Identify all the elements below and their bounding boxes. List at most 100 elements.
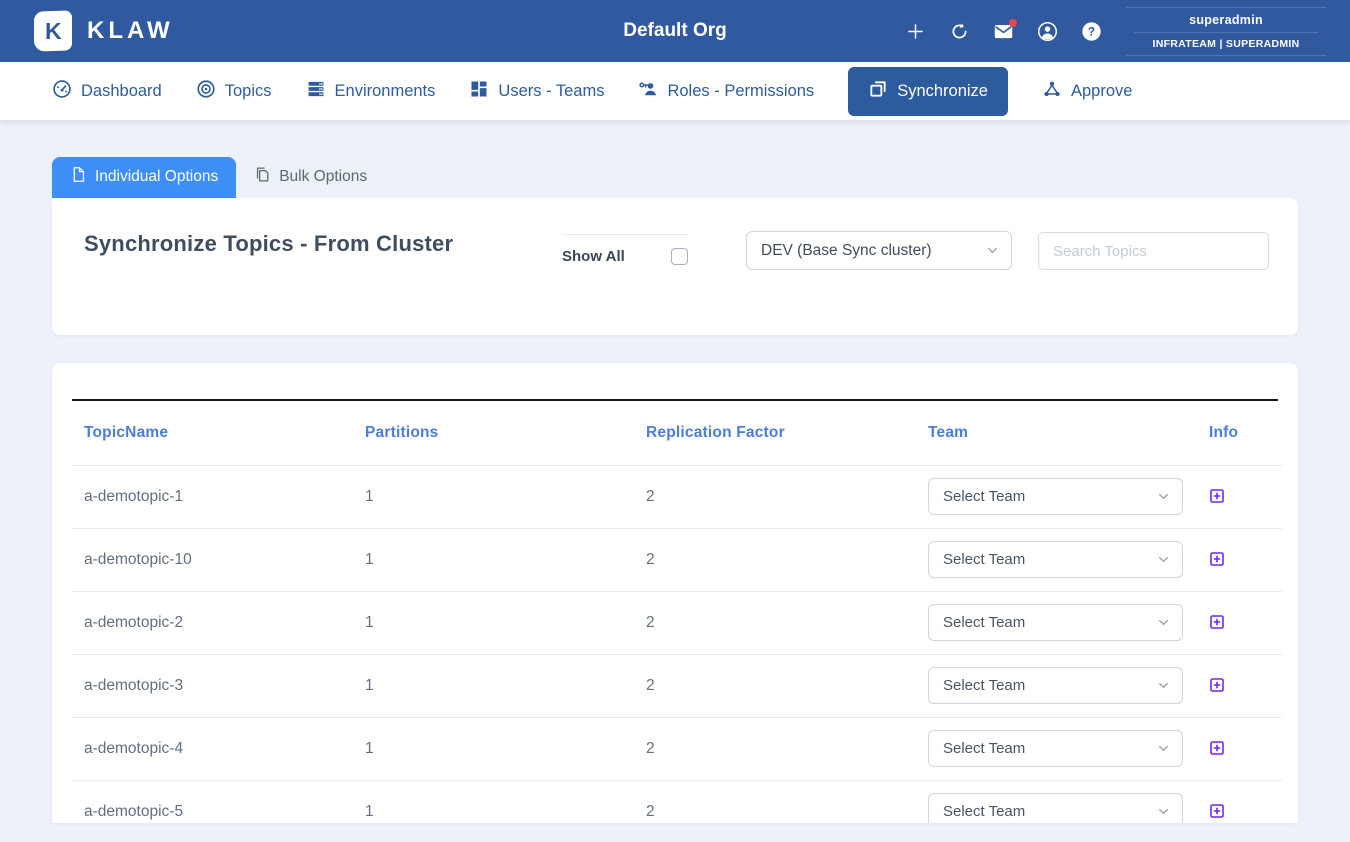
team-select-input[interactable]: Select Team xyxy=(929,794,1182,823)
team-select[interactable]: Select Team xyxy=(928,730,1183,767)
panel-title: Synchronize Topics - From Cluster xyxy=(84,231,453,257)
nav-item-synchronize[interactable]: Synchronize xyxy=(848,67,1008,116)
add-box-icon[interactable] xyxy=(1209,614,1225,630)
topic-name: a-demotopic-5 xyxy=(84,803,183,820)
partitions-value: 1 xyxy=(365,740,374,757)
header-actions: ? xyxy=(905,21,1102,42)
partitions-value: 1 xyxy=(365,488,374,505)
team-select-input[interactable]: Select Team xyxy=(929,479,1182,514)
replication-factor-value: 2 xyxy=(646,551,655,568)
table-row: a-demotopic-2 1 2 Select Team xyxy=(72,591,1282,654)
user-profile-icon[interactable] xyxy=(1037,21,1058,42)
table-row: a-demotopic-4 1 2 Select Team xyxy=(72,717,1282,780)
nav-item-approve[interactable]: Approve xyxy=(1042,79,1132,104)
topic-name: a-demotopic-10 xyxy=(84,551,192,568)
table-row: a-demotopic-5 1 2 Select Team xyxy=(72,780,1282,823)
nav-label: Dashboard xyxy=(81,82,162,101)
mail-icon[interactable] xyxy=(993,21,1014,42)
topics-table-body: a-demotopic-1 1 2 Select Team a-demotopi… xyxy=(72,465,1282,823)
team-select-input[interactable]: Select Team xyxy=(929,605,1182,640)
nav-label: Approve xyxy=(1071,82,1132,101)
approve-hub-icon xyxy=(1042,79,1062,104)
klaw-logo-icon: K xyxy=(34,10,72,51)
cluster-select-input[interactable]: DEV (Base Sync cluster) xyxy=(747,232,1011,269)
column-header-topicname[interactable]: TopicName xyxy=(72,401,353,465)
partitions-value: 1 xyxy=(365,551,374,568)
nav-label: Topics xyxy=(225,82,272,101)
users-teams-grid-icon xyxy=(469,79,489,104)
team-select[interactable]: Select Team xyxy=(928,793,1183,823)
add-box-icon[interactable] xyxy=(1209,677,1225,693)
tab-bulk-options[interactable]: Bulk Options xyxy=(236,157,385,198)
replication-factor-value: 2 xyxy=(646,488,655,505)
main-navbar: Dashboard Topics Environments Users - Te… xyxy=(0,62,1350,120)
help-icon[interactable]: ? xyxy=(1081,21,1102,42)
tab-individual-options[interactable]: Individual Options xyxy=(52,157,236,198)
sync-tabs: Individual Options Bulk Options xyxy=(52,157,1298,198)
user-team-role: INFRATEAM | SUPERADMIN xyxy=(1134,32,1318,50)
nav-item-users-teams[interactable]: Users - Teams xyxy=(469,79,604,104)
topics-target-icon xyxy=(196,79,216,104)
search-topics-input[interactable] xyxy=(1038,232,1269,270)
page-content: Individual Options Bulk Options Synchron… xyxy=(0,120,1350,823)
nav-label: Synchronize xyxy=(897,82,988,101)
team-select[interactable]: Select Team xyxy=(928,604,1183,641)
user-chip[interactable]: superadmin INFRATEAM | SUPERADMIN xyxy=(1126,7,1326,56)
show-all-checkbox[interactable] xyxy=(671,248,688,265)
table-row: a-demotopic-10 1 2 Select Team xyxy=(72,528,1282,591)
add-request-icon[interactable] xyxy=(905,21,926,42)
add-box-icon[interactable] xyxy=(1209,803,1225,819)
add-box-icon[interactable] xyxy=(1209,740,1225,756)
topics-table: TopicName Partitions Replication Factor … xyxy=(72,401,1282,823)
show-all-group: Show All xyxy=(562,234,688,265)
partitions-value: 1 xyxy=(365,803,374,820)
tab-label: Individual Options xyxy=(95,168,218,186)
show-all-label: Show All xyxy=(562,248,625,265)
team-select[interactable]: Select Team xyxy=(928,541,1183,578)
nav-item-roles-permissions[interactable]: Roles - Permissions xyxy=(638,79,814,104)
app-header: K KLAW Default Org ? superadmin INFRATEA… xyxy=(0,0,1350,62)
table-header-row: TopicName Partitions Replication Factor … xyxy=(72,401,1282,465)
klaw-logo-text: KLAW xyxy=(87,17,174,45)
tab-label: Bulk Options xyxy=(279,168,367,186)
column-header-replication-factor[interactable]: Replication Factor xyxy=(634,401,916,465)
partitions-value: 1 xyxy=(365,677,374,694)
column-header-partitions[interactable]: Partitions xyxy=(353,401,634,465)
add-box-icon[interactable] xyxy=(1209,551,1225,567)
replication-factor-value: 2 xyxy=(646,740,655,757)
svg-text:?: ? xyxy=(1088,24,1095,38)
cluster-select[interactable]: DEV (Base Sync cluster) xyxy=(746,231,1012,270)
topic-name: a-demotopic-4 xyxy=(84,740,183,757)
document-icon xyxy=(70,166,87,188)
table-row: a-demotopic-1 1 2 Select Team xyxy=(72,465,1282,528)
replication-factor-value: 2 xyxy=(646,803,655,820)
username: superadmin xyxy=(1134,13,1318,27)
nav-item-environments[interactable]: Environments xyxy=(306,79,436,104)
replication-factor-value: 2 xyxy=(646,614,655,631)
column-header-info[interactable]: Info xyxy=(1197,401,1282,465)
org-title: Default Org xyxy=(623,20,726,42)
partitions-value: 1 xyxy=(365,614,374,631)
team-select[interactable]: Select Team xyxy=(928,478,1183,515)
topic-name: a-demotopic-2 xyxy=(84,614,183,631)
klaw-logo[interactable]: K KLAW xyxy=(34,11,174,51)
nav-item-topics[interactable]: Topics xyxy=(196,79,272,104)
synchronize-layers-icon xyxy=(868,79,888,104)
nav-label: Environments xyxy=(335,82,436,101)
dashboard-gauge-icon xyxy=(52,79,72,104)
replication-factor-value: 2 xyxy=(646,677,655,694)
team-select-input[interactable]: Select Team xyxy=(929,542,1182,577)
column-header-team[interactable]: Team xyxy=(916,401,1197,465)
team-select[interactable]: Select Team xyxy=(928,667,1183,704)
documents-copy-icon xyxy=(254,166,271,188)
roles-key-person-icon xyxy=(638,79,658,104)
topics-table-card: TopicName Partitions Replication Factor … xyxy=(52,363,1298,823)
add-box-icon[interactable] xyxy=(1209,488,1225,504)
mail-notification-badge xyxy=(1009,19,1017,27)
team-select-input[interactable]: Select Team xyxy=(929,731,1182,766)
nav-item-dashboard[interactable]: Dashboard xyxy=(52,79,162,104)
sync-options-panel: Synchronize Topics - From Cluster Show A… xyxy=(52,198,1298,335)
nav-label: Roles - Permissions xyxy=(667,82,814,101)
refresh-icon[interactable] xyxy=(949,21,970,42)
team-select-input[interactable]: Select Team xyxy=(929,668,1182,703)
